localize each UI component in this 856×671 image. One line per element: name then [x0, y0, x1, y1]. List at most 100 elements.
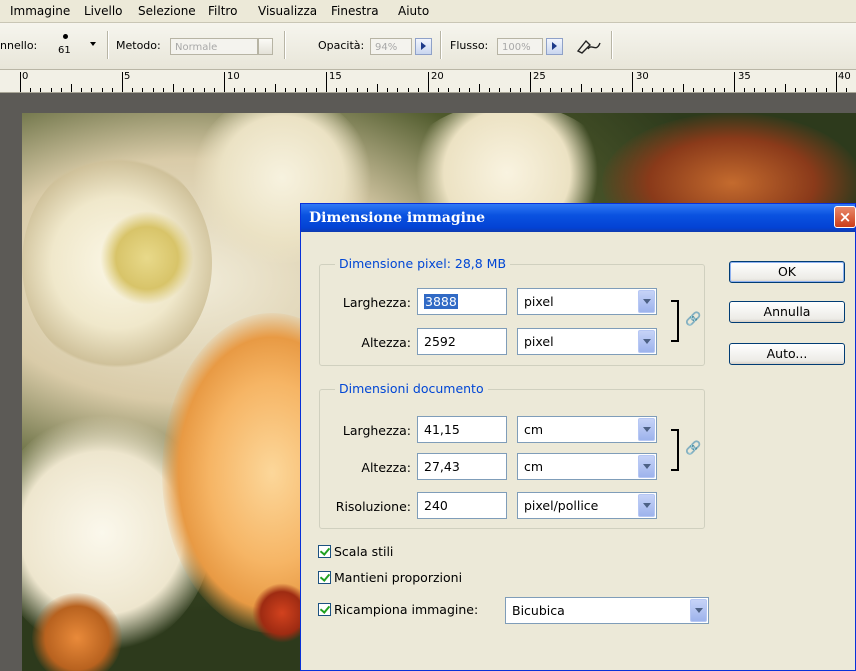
- ruler-tick: [499, 88, 501, 92]
- flow-input[interactable]: 100%: [497, 38, 543, 55]
- flow-arrow-icon[interactable]: [546, 38, 563, 55]
- ruler-tick: [458, 88, 460, 92]
- ruler-tick: [122, 72, 123, 92]
- resample-method-value: Bicubica: [512, 603, 565, 618]
- ruler-tick: [81, 88, 83, 92]
- ruler-label: 35: [738, 71, 751, 82]
- ruler-tick: [203, 88, 205, 92]
- dropdown-arrow-icon[interactable]: [690, 599, 707, 622]
- menu-finestra[interactable]: Finestra: [331, 4, 379, 18]
- ruler-label: 30: [636, 71, 649, 82]
- pixel-dimensions-label: Dimensione pixel: 28,8 MB: [335, 256, 511, 271]
- constrain-proportions-checkbox[interactable]: [318, 571, 331, 584]
- constrain-bracket: [671, 300, 679, 342]
- pixel-width-value: 3888: [424, 294, 458, 309]
- pixel-height-unit-select[interactable]: pixel: [517, 328, 657, 355]
- menu-visualizza[interactable]: Visualizza: [258, 4, 317, 18]
- ruler-tick: [101, 88, 103, 92]
- ruler-tick: [142, 88, 144, 92]
- ruler-label: 0: [22, 71, 29, 82]
- ruler-label: 10: [227, 71, 240, 82]
- dialog-titlebar[interactable]: Dimensione immagine ×: [301, 204, 856, 232]
- dropdown-arrow-icon[interactable]: [638, 494, 655, 517]
- menu-immagine[interactable]: Immagine: [10, 4, 70, 18]
- pixel-width-input[interactable]: 3888: [417, 288, 507, 315]
- brush-dropdown-icon[interactable]: [90, 42, 96, 46]
- pixel-height-input[interactable]: 2592: [417, 328, 507, 355]
- ok-button[interactable]: OK: [729, 261, 845, 283]
- menu-livello[interactable]: Livello: [84, 4, 123, 18]
- opacity-label: Opacità:: [318, 39, 365, 52]
- close-button[interactable]: ×: [834, 206, 856, 228]
- dropdown-arrow-icon[interactable]: [638, 290, 655, 313]
- scale-styles-label: Scala stili: [334, 544, 394, 559]
- scale-styles-checkbox[interactable]: [318, 545, 331, 558]
- ruler-tick: [285, 88, 287, 92]
- ruler-tick: [295, 88, 297, 92]
- ruler-tick: [744, 88, 746, 92]
- brush-preview-icon[interactable]: [63, 34, 68, 39]
- ruler-tick: [785, 84, 786, 92]
- ruler-tick: [734, 72, 735, 92]
- ruler-tick: [489, 88, 491, 92]
- ruler-tick: [530, 72, 531, 92]
- separator: [440, 31, 442, 59]
- resolution-input[interactable]: 240: [417, 492, 507, 519]
- resample-checkbox[interactable]: [318, 603, 331, 616]
- doc-height-input[interactable]: 27,43: [417, 453, 507, 480]
- ruler-tick: [377, 84, 378, 92]
- ruler-tick: [336, 88, 338, 92]
- ruler-tick: [356, 88, 358, 92]
- ruler-tick: [550, 88, 552, 92]
- menu-selezione[interactable]: Selezione: [138, 4, 196, 18]
- doc-height-label: Altezza:: [361, 460, 411, 475]
- opacity-arrow-icon[interactable]: [415, 38, 432, 55]
- cancel-button[interactable]: Annulla: [729, 301, 845, 323]
- doc-height-unit: cm: [524, 459, 544, 474]
- doc-width-unit-select[interactable]: cm: [517, 416, 657, 443]
- ruler-tick: [662, 88, 664, 92]
- ruler-label: 15: [329, 71, 342, 82]
- ruler-tick: [642, 88, 644, 92]
- brush-size: 61: [58, 45, 71, 56]
- menu-aiuto[interactable]: Aiuto: [398, 4, 429, 18]
- airbrush-icon[interactable]: [574, 33, 604, 57]
- method-select[interactable]: Normale: [170, 38, 258, 55]
- ruler-tick: [815, 88, 817, 92]
- ruler-tick: [754, 88, 756, 92]
- doc-height-unit-select[interactable]: cm: [517, 453, 657, 480]
- resample-method-select[interactable]: Bicubica: [505, 597, 709, 624]
- doc-width-input[interactable]: 41,15: [417, 416, 507, 443]
- ruler-tick: [397, 88, 399, 92]
- ruler-tick: [846, 88, 848, 92]
- opacity-input[interactable]: 94%: [370, 38, 412, 55]
- ruler-label: 40: [838, 71, 851, 82]
- ruler-tick: [632, 72, 633, 92]
- ruler-tick: [162, 88, 164, 92]
- dropdown-arrow-icon[interactable]: [638, 330, 655, 353]
- ruler-tick: [60, 88, 62, 92]
- ruler-tick: [407, 88, 409, 92]
- resolution-unit-select[interactable]: pixel/pollice: [517, 492, 657, 519]
- document-dimensions-label: Dimensioni documento: [335, 381, 488, 396]
- method-dropdown-icon[interactable]: [258, 38, 273, 55]
- dropdown-arrow-icon[interactable]: [638, 455, 655, 478]
- ruler-tick: [479, 84, 480, 92]
- resolution-label: Risoluzione:: [335, 499, 411, 514]
- ruler-tick: [30, 88, 32, 92]
- options-bar: nnello: 61 Metodo: Normale Opacità: 94% …: [0, 23, 856, 70]
- ruler-tick: [468, 88, 470, 92]
- separator: [284, 31, 286, 59]
- ruler-label: 5: [124, 71, 131, 82]
- ruler-tick: [213, 88, 215, 92]
- resample-label: Ricampiona immagine:: [334, 602, 479, 617]
- menu-filtro[interactable]: Filtro: [208, 4, 237, 18]
- ruler-tick: [50, 88, 52, 92]
- ruler-tick: [438, 88, 440, 92]
- ruler-tick: [244, 88, 246, 92]
- dropdown-arrow-icon[interactable]: [638, 418, 655, 441]
- chain-link-icon: 🔗: [685, 312, 702, 327]
- auto-button[interactable]: Auto...: [729, 343, 845, 365]
- ruler-tick: [703, 88, 705, 92]
- pixel-width-unit-select[interactable]: pixel: [517, 288, 657, 315]
